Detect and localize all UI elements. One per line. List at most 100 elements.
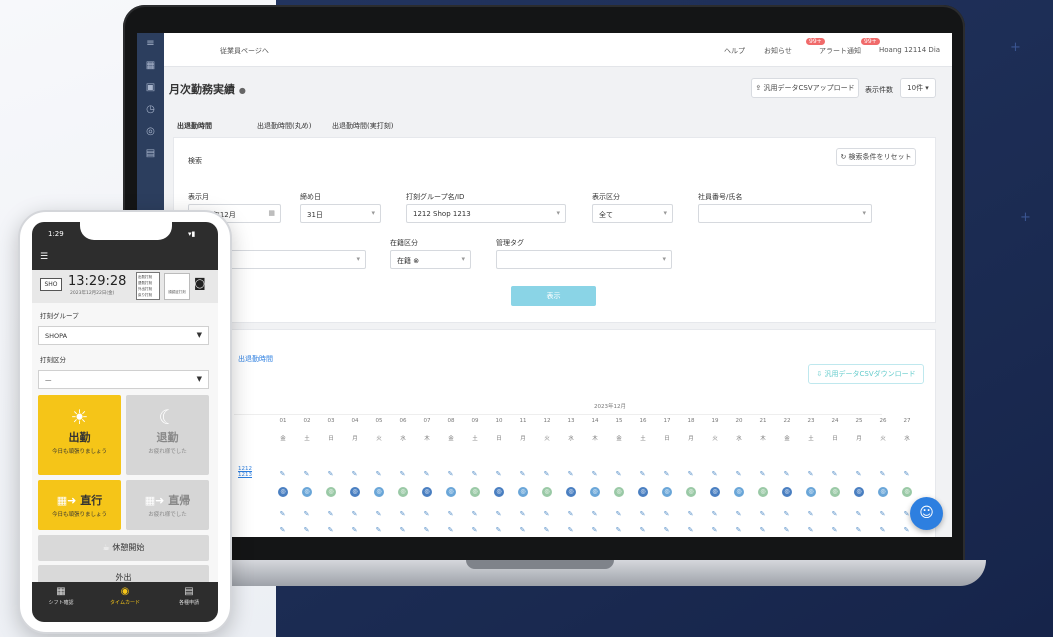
edit-icon[interactable]: ✎ <box>518 470 527 479</box>
status-select[interactable]: 在籍 ⊗ ▾ <box>390 250 471 269</box>
csv-download-button[interactable]: ⇩ 汎用データCSVダウンロード <box>808 364 924 384</box>
edit-icon[interactable]: ✎ <box>782 470 791 479</box>
tag-select[interactable]: ▾ <box>496 250 672 269</box>
edit-icon[interactable]: ✎ <box>422 526 431 535</box>
edit-icon[interactable]: ✎ <box>518 526 527 535</box>
tab-punch-actual[interactable]: 出退勤時間(実打刻) <box>332 121 393 131</box>
edit-icon[interactable]: ✎ <box>374 470 383 479</box>
edit-icon[interactable]: ✎ <box>614 470 623 479</box>
yen-icon[interactable]: ◎ <box>137 121 164 143</box>
nav-shift[interactable]: ▦ シフト確認 <box>36 586 86 606</box>
edit-icon[interactable]: ✎ <box>782 510 791 519</box>
edit-icon[interactable]: ✎ <box>494 526 503 535</box>
edit-icon[interactable]: ✎ <box>590 470 599 479</box>
type-select[interactable]: — ▼ <box>38 370 209 389</box>
edit-icon[interactable]: ✎ <box>278 526 287 535</box>
menu-icon[interactable]: ☰ <box>40 252 48 262</box>
edit-icon[interactable]: ✎ <box>326 526 335 535</box>
edit-icon[interactable]: ✎ <box>422 510 431 519</box>
edit-icon[interactable]: ✎ <box>710 470 719 479</box>
edit-icon[interactable]: ✎ <box>446 510 455 519</box>
edit-icon[interactable]: ✎ <box>590 526 599 535</box>
group-select[interactable]: SHOPA ▼ <box>38 326 209 345</box>
group-select[interactable]: 1212 Shop 1213 ▾ <box>406 204 566 223</box>
status-icon[interactable]: ◎ <box>734 487 744 497</box>
status-icon[interactable]: ◎ <box>422 487 432 497</box>
back-link[interactable]: 従業員ページへ <box>220 46 269 56</box>
edit-icon[interactable]: ✎ <box>398 470 407 479</box>
status-icon[interactable]: ◎ <box>686 487 696 497</box>
edit-icon[interactable]: ✎ <box>302 510 311 519</box>
face-auth-button[interactable]: 顔認証打刻 <box>164 273 190 300</box>
edit-icon[interactable]: ✎ <box>302 526 311 535</box>
status-icon[interactable]: ◎ <box>878 487 888 497</box>
status-icon[interactable]: ◎ <box>542 487 552 497</box>
edit-icon[interactable]: ✎ <box>758 470 767 479</box>
edit-icon[interactable]: ✎ <box>662 470 671 479</box>
edit-icon[interactable]: ✎ <box>614 510 623 519</box>
edit-icon[interactable]: ✎ <box>734 526 743 535</box>
building-icon[interactable]: ▦ <box>137 55 164 77</box>
nav-request[interactable]: ▤ 各種申請 <box>164 586 214 606</box>
direct-return-tile[interactable]: ▦➜ 直帰 お疲れ様でした <box>126 480 209 530</box>
edit-icon[interactable]: ✎ <box>878 526 887 535</box>
edit-icon[interactable]: ✎ <box>734 510 743 519</box>
status-icon[interactable]: ◎ <box>566 487 576 497</box>
row-link[interactable]: 1212 1213 <box>238 466 258 478</box>
status-icon[interactable]: ◎ <box>374 487 384 497</box>
break-start-button[interactable]: ☕ 休憩開始 <box>38 535 209 561</box>
csv-upload-button[interactable]: ⇪ 汎用データCSVアップロード <box>751 78 859 98</box>
status-icon[interactable]: ◎ <box>614 487 624 497</box>
status-icon[interactable]: ◎ <box>662 487 672 497</box>
edit-icon[interactable]: ✎ <box>830 526 839 535</box>
display-type-select[interactable]: 全て ▾ <box>592 204 673 223</box>
chat-bot-icon[interactable]: ☺ <box>910 497 943 530</box>
edit-icon[interactable]: ✎ <box>638 526 647 535</box>
status-icon[interactable]: ◎ <box>830 487 840 497</box>
edit-icon[interactable]: ✎ <box>590 510 599 519</box>
briefcase-icon[interactable]: ▤ <box>137 143 164 165</box>
edit-icon[interactable]: ✎ <box>470 510 479 519</box>
status-icon[interactable]: ◎ <box>854 487 864 497</box>
status-icon[interactable]: ◎ <box>782 487 792 497</box>
edit-icon[interactable]: ✎ <box>350 526 359 535</box>
notice-link[interactable]: お知らせ <box>764 46 792 56</box>
edit-icon[interactable]: ✎ <box>878 470 887 479</box>
status-icon[interactable]: ◎ <box>590 487 600 497</box>
edit-icon[interactable]: ✎ <box>758 526 767 535</box>
status-icon[interactable]: ◎ <box>302 487 312 497</box>
status-icon[interactable]: ◎ <box>710 487 720 497</box>
camera-icon[interactable]: ◙ <box>194 276 206 290</box>
edit-icon[interactable]: ✎ <box>758 510 767 519</box>
edit-icon[interactable]: ✎ <box>446 470 455 479</box>
status-icon[interactable]: ◎ <box>518 487 528 497</box>
edit-icon[interactable]: ✎ <box>854 526 863 535</box>
edit-icon[interactable]: ✎ <box>422 470 431 479</box>
edit-icon[interactable]: ✎ <box>398 526 407 535</box>
edit-icon[interactable]: ✎ <box>518 510 527 519</box>
edit-icon[interactable]: ✎ <box>710 510 719 519</box>
edit-icon[interactable]: ✎ <box>782 526 791 535</box>
edit-icon[interactable]: ✎ <box>806 526 815 535</box>
status-icon[interactable]: ◎ <box>398 487 408 497</box>
edit-icon[interactable]: ✎ <box>566 510 575 519</box>
edit-icon[interactable]: ✎ <box>302 470 311 479</box>
edit-icon[interactable]: ✎ <box>374 526 383 535</box>
edit-icon[interactable]: ✎ <box>638 470 647 479</box>
menu-icon[interactable]: ≡ <box>137 33 164 55</box>
edit-icon[interactable]: ✎ <box>350 470 359 479</box>
status-icon[interactable]: ◎ <box>638 487 648 497</box>
edit-icon[interactable]: ✎ <box>446 526 455 535</box>
edit-icon[interactable]: ✎ <box>686 526 695 535</box>
edit-icon[interactable]: ✎ <box>710 526 719 535</box>
edit-icon[interactable]: ✎ <box>494 470 503 479</box>
help-link[interactable]: ヘルプ <box>724 46 745 56</box>
edit-icon[interactable]: ✎ <box>902 526 911 535</box>
direct-go-tile[interactable]: ▦➜ 直行 今日も頑張りましょう <box>38 480 121 530</box>
tab-punch-time[interactable]: 出退勤時間 <box>177 121 212 131</box>
edit-icon[interactable]: ✎ <box>542 510 551 519</box>
edit-icon[interactable]: ✎ <box>806 470 815 479</box>
edit-icon[interactable]: ✎ <box>278 510 287 519</box>
tab-punch-rounded[interactable]: 出退勤時間(丸め) <box>257 121 311 131</box>
edit-icon[interactable]: ✎ <box>614 526 623 535</box>
